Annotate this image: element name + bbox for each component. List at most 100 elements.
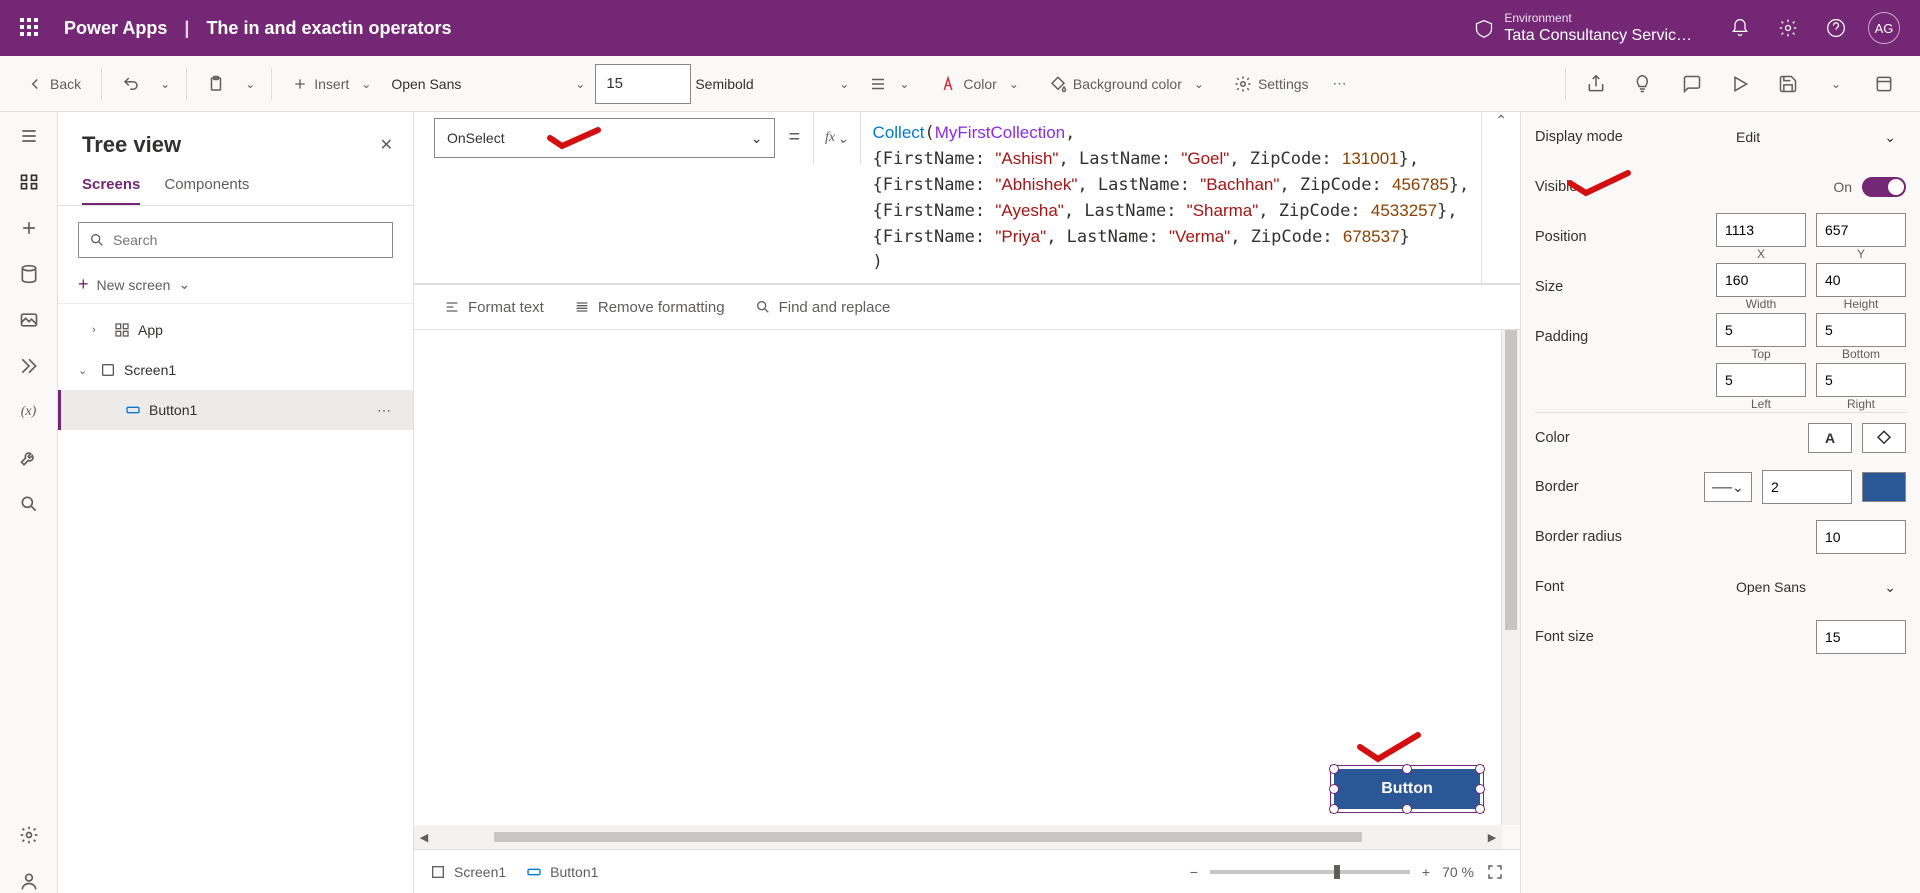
border-style-select[interactable]: ── ⌄: [1704, 472, 1752, 502]
breadcrumb-screen[interactable]: Screen1: [430, 864, 506, 880]
paste-menu[interactable]: ⌄: [239, 64, 261, 104]
save-icon[interactable]: [1768, 64, 1808, 104]
search-rail-icon[interactable]: [17, 492, 41, 516]
tree-view-icon[interactable]: [17, 170, 41, 194]
align-button[interactable]: ⌄: [859, 64, 925, 104]
tree-search[interactable]: [78, 222, 393, 258]
settings-rail-icon[interactable]: [17, 823, 41, 847]
app-launcher-icon[interactable]: [20, 18, 40, 38]
expand-formula-icon[interactable]: ⌃: [1482, 112, 1520, 129]
format-icon: [444, 299, 460, 315]
text-color-swatch[interactable]: A: [1808, 423, 1852, 453]
border-width-input[interactable]: [1762, 470, 1852, 504]
settings-gear-icon[interactable]: [1764, 0, 1812, 56]
fit-screen-icon[interactable]: [1486, 863, 1504, 881]
app-label: App: [138, 322, 163, 338]
data-icon[interactable]: [17, 262, 41, 286]
position-y-input[interactable]: [1816, 213, 1906, 247]
font-weight-select[interactable]: Semibold⌄: [695, 76, 855, 92]
user-avatar[interactable]: AG: [1868, 12, 1900, 44]
hamburger-icon[interactable]: [17, 124, 41, 148]
more-options-icon[interactable]: ⋯: [377, 402, 393, 419]
new-screen-button[interactable]: + New screen ⌄: [58, 266, 413, 304]
remove-format-icon: [574, 299, 590, 315]
breadcrumb-control[interactable]: Button1: [526, 864, 598, 880]
fill-icon: [1049, 75, 1067, 93]
text-color-picker[interactable]: [1862, 423, 1906, 453]
padding-right-input[interactable]: [1816, 363, 1906, 397]
share-icon[interactable]: [1576, 64, 1616, 104]
search-input[interactable]: [113, 232, 382, 248]
equals-sign: =: [775, 112, 813, 149]
font-size-input[interactable]: [595, 64, 691, 104]
left-rail: (x): [0, 112, 58, 893]
comments-icon[interactable]: [1672, 64, 1712, 104]
selected-button-control[interactable]: Button: [1334, 769, 1480, 809]
back-button[interactable]: Back: [16, 64, 91, 104]
padding-left-input[interactable]: [1716, 363, 1806, 397]
virtual-agent-icon[interactable]: [17, 869, 41, 893]
border-color-swatch[interactable]: [1862, 472, 1906, 502]
remove-formatting-button[interactable]: Remove formatting: [574, 299, 725, 316]
zoom-slider[interactable]: [1210, 870, 1410, 874]
prop-color-label: Color: [1535, 430, 1798, 446]
help-icon[interactable]: [1812, 0, 1860, 56]
padding-top-input[interactable]: [1716, 313, 1806, 347]
font-select[interactable]: Open Sans⌄: [391, 76, 591, 92]
variables-icon[interactable]: (x): [17, 400, 41, 424]
display-mode-select[interactable]: Edit⌄: [1726, 129, 1906, 146]
prop-font-size-input[interactable]: [1816, 620, 1906, 654]
position-x-input[interactable]: [1716, 213, 1806, 247]
undo-menu[interactable]: ⌄: [154, 64, 176, 104]
chevron-right-icon: ›: [92, 324, 106, 336]
screen-icon: [100, 362, 116, 378]
paste-button[interactable]: [197, 64, 235, 104]
canvas[interactable]: ◀▶ Button: [414, 330, 1520, 849]
play-icon[interactable]: [1720, 64, 1760, 104]
product-name: Power Apps: [64, 18, 167, 38]
border-radius-input[interactable]: [1816, 520, 1906, 554]
bg-color-button[interactable]: Background color⌄: [1039, 64, 1220, 104]
insert-button[interactable]: Insert ⌄: [282, 64, 387, 104]
find-replace-button[interactable]: Find and replace: [755, 299, 891, 316]
zoom-in-button[interactable]: +: [1422, 864, 1430, 880]
checker-icon[interactable]: [1624, 64, 1664, 104]
formula-editor[interactable]: Collect(MyFirstCollection, {FirstName: "…: [861, 112, 1483, 283]
environment-label: Environment: [1504, 11, 1692, 25]
tree-node-button1[interactable]: Button1 ⋯: [58, 390, 413, 430]
tab-screens[interactable]: Screens: [82, 166, 140, 205]
publish-icon[interactable]: [1864, 64, 1904, 104]
property-select[interactable]: OnSelect ⌄: [434, 118, 775, 158]
insert-rail-icon[interactable]: [17, 216, 41, 240]
media-icon[interactable]: [17, 308, 41, 332]
tools-icon[interactable]: [17, 446, 41, 470]
tree-node-app[interactable]: › App: [58, 310, 413, 350]
fx-label: fx: [825, 130, 835, 146]
prop-font-select[interactable]: Open Sans⌄: [1726, 579, 1906, 596]
tab-components[interactable]: Components: [164, 166, 249, 205]
height-input[interactable]: [1816, 263, 1906, 297]
formula-bar: OnSelect ⌄ = fx⌄ Collect(MyFirstCollecti…: [414, 112, 1520, 284]
zoom-out-button[interactable]: −: [1190, 864, 1198, 880]
tree-node-screen1[interactable]: ⌄ Screen1: [58, 350, 413, 390]
text-color-button[interactable]: Color⌄: [929, 64, 1035, 104]
fx-button[interactable]: fx⌄: [813, 112, 860, 164]
search-icon: [89, 232, 105, 248]
environment-picker[interactable]: Environment Tata Consultancy Servic…: [1474, 11, 1692, 45]
flows-icon[interactable]: [17, 354, 41, 378]
close-icon[interactable]: ✕: [380, 135, 393, 155]
horizontal-scrollbar[interactable]: ◀▶: [414, 825, 1502, 849]
vertical-scrollbar[interactable]: [1502, 330, 1520, 825]
undo-button[interactable]: [112, 64, 150, 104]
format-text-button[interactable]: Format text: [444, 299, 544, 316]
padding-bottom-input[interactable]: [1816, 313, 1906, 347]
save-menu[interactable]: ⌄: [1816, 64, 1856, 104]
notifications-icon[interactable]: [1716, 0, 1764, 56]
color-label: Color: [963, 76, 996, 92]
property-value: OnSelect: [447, 130, 505, 146]
more-button[interactable]: ⋯: [1323, 64, 1357, 104]
width-input[interactable]: [1716, 263, 1806, 297]
visible-toggle[interactable]: [1862, 177, 1906, 197]
tree-view-panel: Tree view ✕ Screens Components + New scr…: [58, 112, 414, 893]
settings-button[interactable]: Settings: [1224, 64, 1319, 104]
